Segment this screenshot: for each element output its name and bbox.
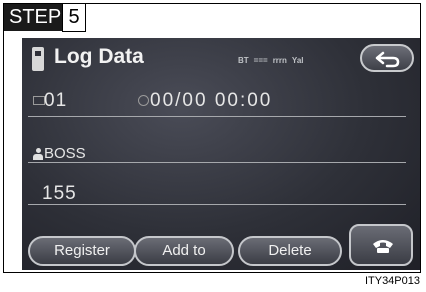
- step-number: 5: [62, 4, 86, 32]
- divider: [28, 162, 406, 163]
- status-indicators: BT === rrrn Yal: [238, 52, 304, 68]
- record-datetime: 00/00 00:00: [150, 90, 273, 111]
- add-to-button[interactable]: Add to: [134, 236, 234, 266]
- clock-icon: [138, 95, 149, 106]
- battery-indicator: ===: [253, 55, 268, 65]
- call-button[interactable]: [349, 224, 413, 266]
- record-number: 155: [42, 183, 77, 204]
- step-label: STEP: [4, 4, 62, 31]
- record-name: BOSS: [44, 145, 86, 162]
- divider: [28, 116, 406, 117]
- person-icon: [33, 148, 43, 160]
- back-arrow-icon: [375, 51, 400, 68]
- device-screen: Log Data BT === rrrn Yal 01 00/00 00:00 …: [22, 38, 420, 270]
- back-button[interactable]: [360, 44, 414, 72]
- record-id: 01: [44, 90, 68, 111]
- signal-strength-indicator: Yal: [291, 55, 304, 65]
- figure-reference: ITY34P013: [364, 275, 420, 287]
- divider: [28, 204, 406, 205]
- register-button[interactable]: Register: [28, 236, 136, 266]
- screen-title: Log Data: [54, 45, 144, 68]
- phone-handset-icon: [373, 240, 393, 253]
- memory-card-icon: [32, 47, 44, 71]
- delete-button[interactable]: Delete: [238, 236, 342, 266]
- roaming-indicator: rrrn: [272, 55, 287, 65]
- bluetooth-indicator: BT: [238, 55, 249, 65]
